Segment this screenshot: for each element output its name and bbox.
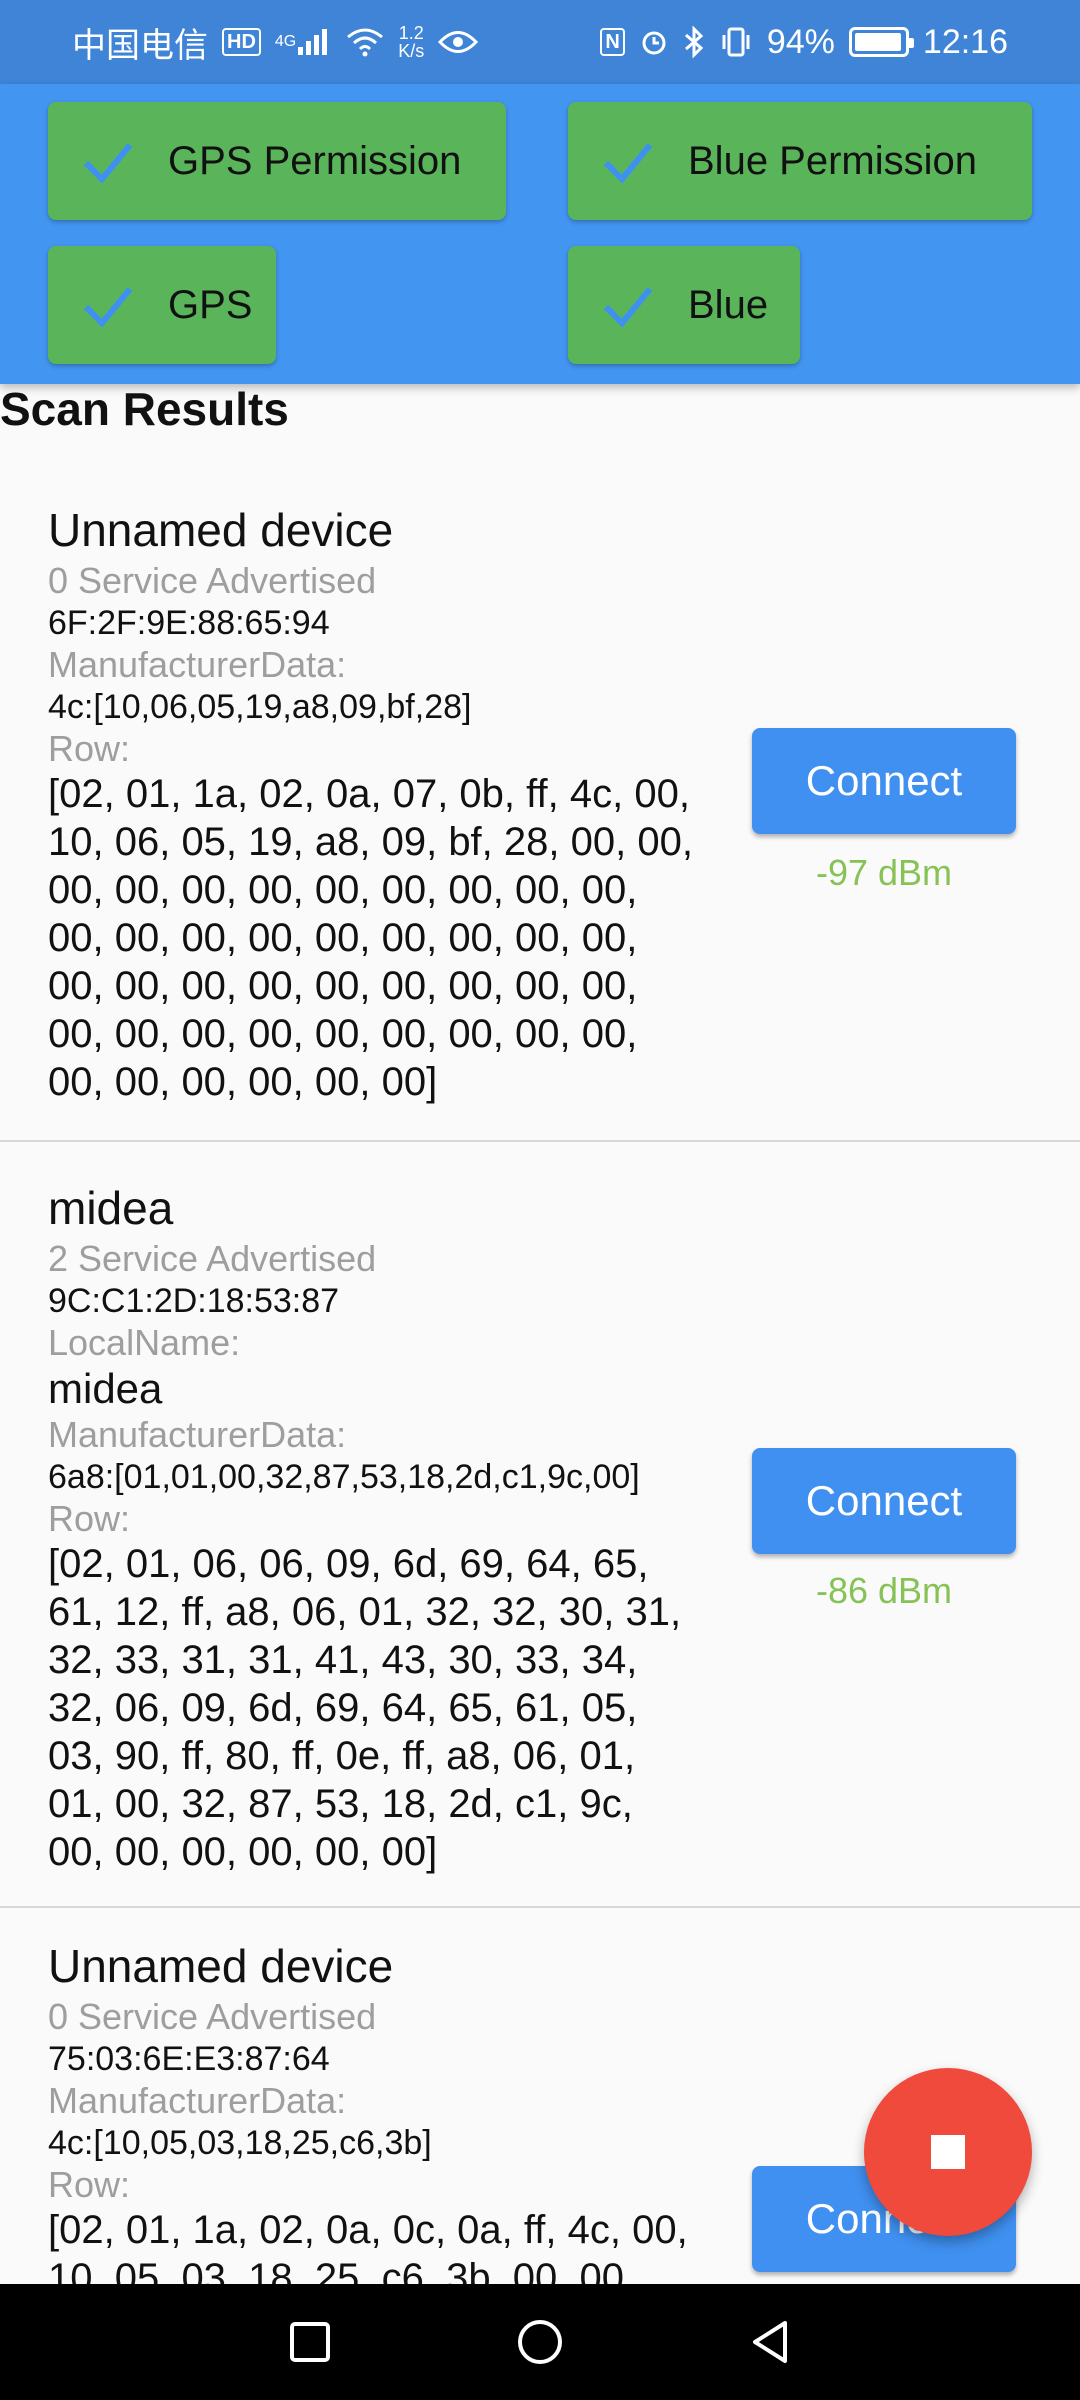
- service-count: 0 Service Advertised: [48, 560, 377, 601]
- status-bar: 中国电信 HD 4G 1.2 K/s N 94% 12:16: [0, 0, 1080, 84]
- system-nav-bar: [0, 2284, 1080, 2400]
- home-circle-icon: [518, 2320, 562, 2364]
- device-address: 6F:2F:9E:88:65:94: [48, 604, 330, 642]
- local-name: midea: [48, 1365, 163, 1412]
- permissions-header: GPS Permission Blue Permission GPS Blue: [0, 84, 1080, 384]
- row-label: Row:: [48, 728, 131, 769]
- rssi-value: -86 dBm: [815, 1570, 953, 1611]
- check-icon: [83, 143, 133, 184]
- device-info: Unnamed device 0 Service Advertised 6F:2…: [48, 500, 738, 1106]
- device-info: midea 2 Service Advertised 9C:C1:2D:18:5…: [48, 1178, 738, 1876]
- carrier-name: 中国电信: [72, 26, 208, 65]
- manufacturer-label: ManufacturerData:: [48, 2080, 347, 2121]
- service-count: 2 Service Advertised: [48, 1238, 377, 1279]
- chip-label: GPS: [168, 282, 253, 327]
- chip-label: Blue Permission: [688, 138, 978, 183]
- network-type: 4G: [274, 33, 297, 50]
- net-speed-value: 1.2: [398, 23, 424, 43]
- row-label: Row:: [48, 1498, 131, 1539]
- device-address: 75:03:6E:E3:87:64: [48, 2040, 330, 2078]
- net-speed: 1.2 K/s: [398, 24, 424, 60]
- check-icon: [603, 143, 653, 184]
- stop-scan-button[interactable]: [864, 2068, 1032, 2236]
- manufacturer-data: 6a8:[01,01,00,32,87,53,18,2d,c1,9c,00]: [48, 1458, 640, 1496]
- nfc-icon: N: [600, 28, 625, 56]
- chip-gps[interactable]: GPS: [48, 246, 276, 364]
- list-item[interactable]: midea 2 Service Advertised 9C:C1:2D:18:5…: [0, 1142, 1080, 1908]
- chip-blue[interactable]: Blue: [568, 246, 800, 364]
- device-name: Unnamed device: [48, 1940, 394, 1992]
- rssi-value: -97 dBm: [815, 852, 953, 893]
- back-button[interactable]: [710, 2284, 830, 2400]
- chip-blue-permission[interactable]: Blue Permission: [568, 102, 1032, 220]
- manufacturer-data: 4c:[10,06,05,19,a8,09,bf,28]: [48, 688, 472, 726]
- home-button[interactable]: [480, 2284, 600, 2400]
- raw-data: [02, 01, 06, 06, 09, 6d, 69, 64, 65, 61,…: [48, 1542, 682, 1874]
- row-label: Row:: [48, 2164, 131, 2205]
- connect-button[interactable]: Connect: [752, 728, 1016, 834]
- net-speed-unit: K/s: [398, 41, 425, 61]
- scan-results-title: Scan Results: [0, 383, 289, 435]
- localname-label: LocalName:: [48, 1322, 241, 1363]
- list-item[interactable]: Unnamed device 0 Service Advertised 6F:2…: [0, 480, 1080, 1142]
- connect-button[interactable]: Connect: [752, 1448, 1016, 1554]
- chip-gps-permission[interactable]: GPS Permission: [48, 102, 506, 220]
- recents-square-icon: [290, 2322, 330, 2362]
- hd-badge: HD: [222, 28, 261, 56]
- signal-icon: 4G: [275, 27, 332, 57]
- alarm-icon: [639, 27, 669, 57]
- scan-results-list: Unnamed device 0 Service Advertised 6F:2…: [0, 480, 1080, 2308]
- manufacturer-label: ManufacturerData:: [48, 1414, 347, 1455]
- device-address: 9C:C1:2D:18:53:87: [48, 1282, 340, 1320]
- clock: 12:16: [922, 22, 1008, 61]
- battery-percent: 94%: [766, 22, 835, 61]
- eye-icon: [438, 29, 479, 55]
- manufacturer-label: ManufacturerData:: [48, 644, 347, 685]
- device-name: midea: [48, 1182, 174, 1234]
- chip-label: GPS Permission: [168, 138, 462, 183]
- stop-icon: [931, 2135, 965, 2169]
- recents-button[interactable]: [250, 2284, 370, 2400]
- back-triangle-icon: [753, 2321, 787, 2363]
- bluetooth-icon: [683, 26, 705, 58]
- wifi-icon: [346, 27, 384, 57]
- chip-label: Blue: [688, 282, 769, 327]
- device-info: Unnamed device 0 Service Advertised 75:0…: [48, 1936, 738, 2302]
- manufacturer-data: 4c:[10,05,03,18,25,c6,3b]: [48, 2124, 432, 2162]
- vibrate-icon: [719, 27, 753, 57]
- service-count: 0 Service Advertised: [48, 1996, 377, 2037]
- check-icon: [83, 287, 133, 328]
- device-name: Unnamed device: [48, 504, 394, 556]
- battery-icon: [848, 27, 914, 57]
- raw-data: [02, 01, 1a, 02, 0a, 07, 0b, ff, 4c, 00,…: [48, 772, 693, 1104]
- check-icon: [603, 287, 653, 328]
